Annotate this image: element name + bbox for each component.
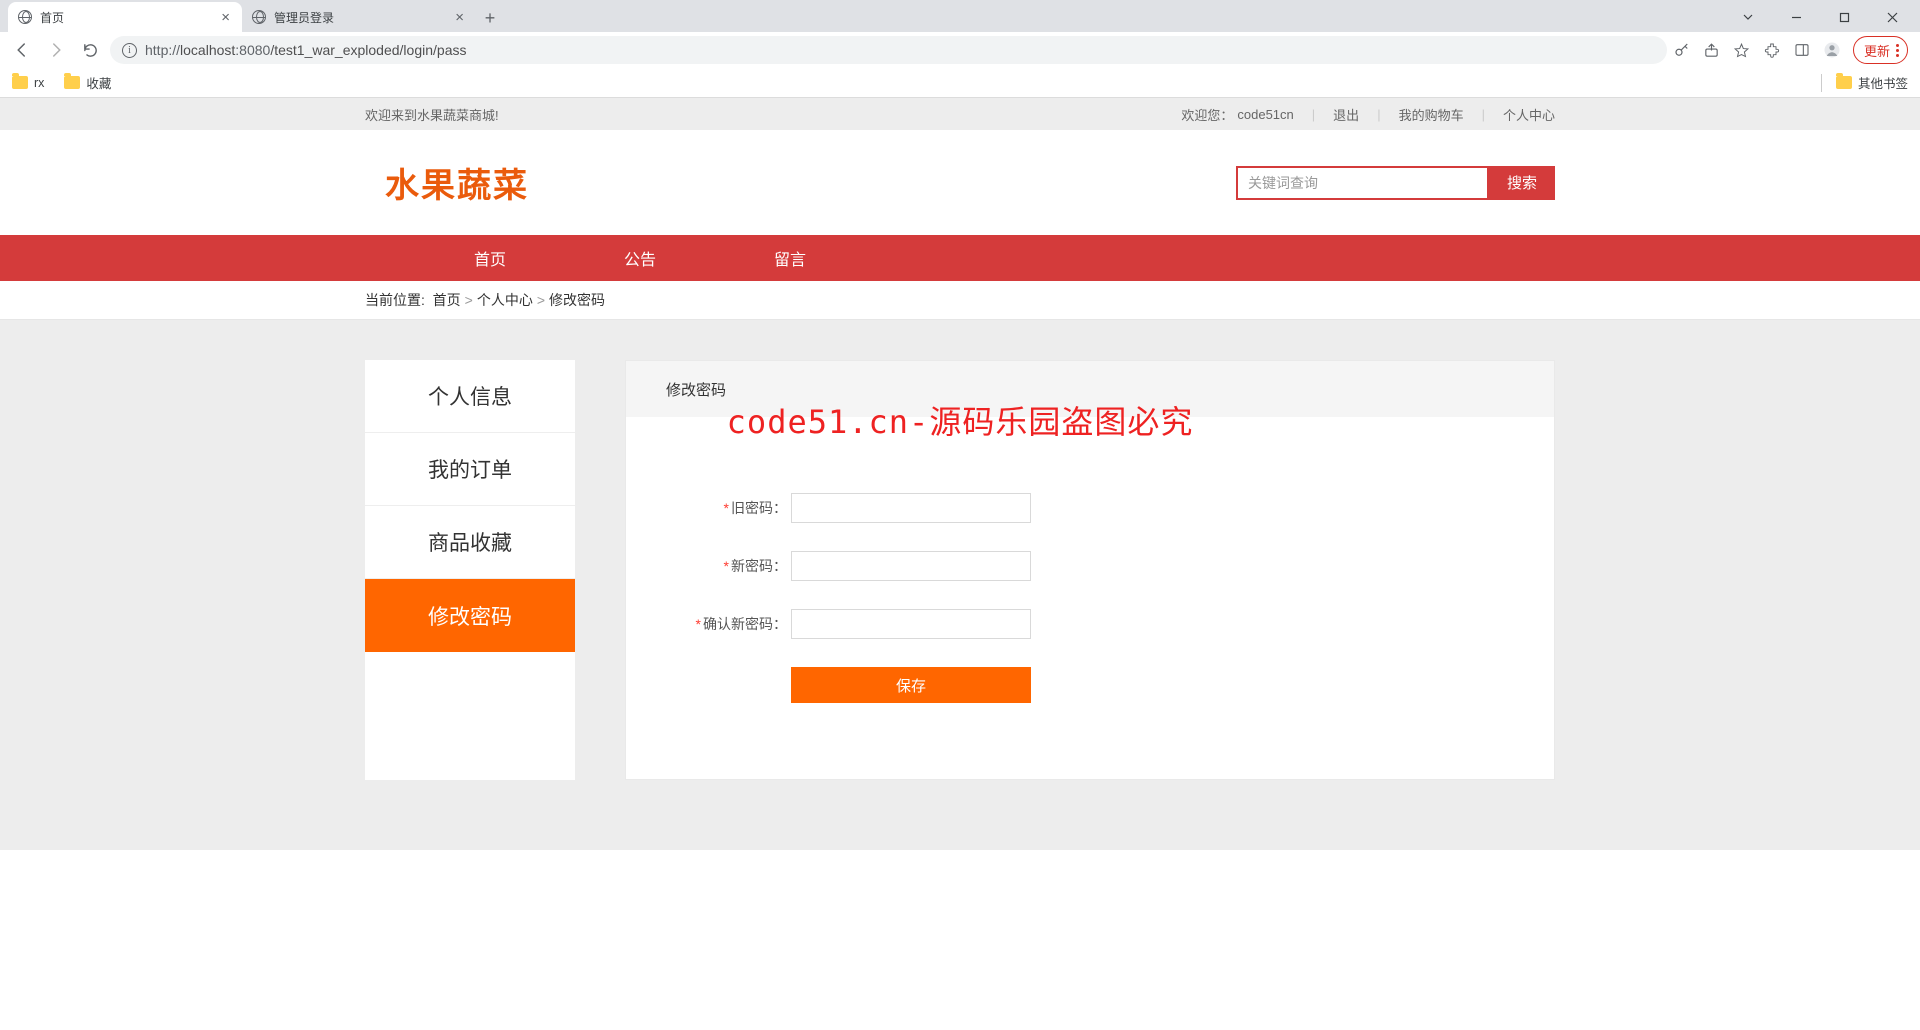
separator [1821, 74, 1822, 92]
close-icon[interactable]: × [453, 9, 466, 26]
nav-notice[interactable]: 公告 [565, 235, 715, 281]
globe-icon [18, 10, 32, 24]
bookmark-bar: rx 收藏 其他书签 [0, 68, 1920, 98]
sidebar-item-fav[interactable]: 商品收藏 [365, 506, 575, 579]
site-topbar: 欢迎来到水果蔬菜商城! 欢迎您： code51cn | 退出 | 我的购物车 |… [0, 98, 1920, 130]
folder-icon [1836, 76, 1852, 89]
tab-row: 首页 × 管理员登录 × + [0, 0, 1920, 32]
nav-message[interactable]: 留言 [715, 235, 865, 281]
search-box: 搜索 [1236, 166, 1555, 200]
extensions-icon[interactable] [1763, 41, 1781, 59]
new-tab-button[interactable]: + [476, 4, 504, 32]
browser-chrome: 首页 × 管理员登录 × + i http://localhost:8080/t… [0, 0, 1920, 98]
chevron-down-icon[interactable] [1726, 3, 1770, 31]
search-input[interactable] [1236, 166, 1489, 200]
confirm-password-input[interactable] [791, 609, 1031, 639]
star-icon[interactable] [1733, 41, 1751, 59]
close-window-button[interactable] [1870, 3, 1914, 31]
cart-link[interactable]: 我的购物车 [1399, 105, 1464, 124]
username: code51cn [1237, 107, 1293, 122]
window-controls [1726, 2, 1920, 32]
separator: | [1312, 107, 1315, 122]
main-nav: 首页 公告 留言 [0, 235, 1920, 281]
old-password-label: *旧密码： [626, 498, 791, 518]
crumb-home[interactable]: 首页 [433, 290, 461, 310]
panel-title: 修改密码 [626, 361, 1554, 417]
address-bar[interactable]: i http://localhost:8080/test1_war_explod… [110, 36, 1667, 64]
nav-home[interactable]: 首页 [415, 235, 565, 281]
crumb-center[interactable]: 个人中心 [477, 290, 533, 310]
back-button[interactable] [8, 36, 36, 64]
welcome-text: 欢迎来到水果蔬菜商城! [365, 105, 499, 124]
profile-icon[interactable] [1823, 41, 1841, 59]
url-text: http://localhost:8080/test1_war_exploded… [145, 42, 466, 58]
key-icon[interactable] [1673, 41, 1691, 59]
forward-button[interactable] [42, 36, 70, 64]
side-menu: 个人信息 我的订单 商品收藏 修改密码 [365, 360, 575, 780]
site-logo[interactable]: 水果蔬菜 [385, 158, 529, 207]
site-header: 水果蔬菜 搜索 [0, 130, 1920, 235]
search-button[interactable]: 搜索 [1489, 166, 1555, 200]
maximize-button[interactable] [1822, 3, 1866, 31]
new-password-label: *新密码： [626, 556, 791, 576]
confirm-password-label: *确认新密码： [626, 614, 791, 634]
reload-button[interactable] [76, 36, 104, 64]
separator: | [1377, 107, 1380, 122]
logout-link[interactable]: 退出 [1333, 105, 1359, 124]
welcome-user-prefix: 欢迎您： [1181, 105, 1233, 124]
globe-icon [252, 10, 266, 24]
breadcrumb: 当前位置: 首页 > 个人中心 > 修改密码 [0, 281, 1920, 320]
update-label: 更新 [1864, 41, 1890, 60]
minimize-button[interactable] [1774, 3, 1818, 31]
tab-home[interactable]: 首页 × [8, 2, 242, 32]
sidepanel-icon[interactable] [1793, 41, 1811, 59]
update-button[interactable]: 更新 [1853, 36, 1908, 64]
close-icon[interactable]: × [219, 9, 232, 26]
sidebar-item-profile[interactable]: 个人信息 [365, 360, 575, 433]
tab-admin-login[interactable]: 管理员登录 × [242, 2, 476, 32]
crumb-prefix: 当前位置: [365, 290, 425, 310]
bookmark-rx[interactable]: rx [12, 76, 44, 90]
main-panel: 修改密码 *旧密码： *新密码： *确认新密码： 保存 [625, 360, 1555, 780]
menu-dots-icon [1896, 44, 1899, 57]
share-icon[interactable] [1703, 41, 1721, 59]
sidebar-item-orders[interactable]: 我的订单 [365, 433, 575, 506]
save-button[interactable]: 保存 [791, 667, 1031, 703]
address-row: i http://localhost:8080/test1_war_explod… [0, 32, 1920, 68]
crumb-current: 修改密码 [549, 290, 605, 310]
sidebar-item-password[interactable]: 修改密码 [365, 579, 575, 652]
folder-icon [12, 76, 28, 89]
old-password-input[interactable] [791, 493, 1031, 523]
personal-center-link[interactable]: 个人中心 [1503, 105, 1555, 124]
site-info-icon[interactable]: i [122, 43, 137, 58]
chevron-right-icon: > [465, 292, 473, 308]
bookmark-fav[interactable]: 收藏 [64, 73, 111, 92]
tab-title: 首页 [40, 9, 219, 26]
folder-icon [64, 76, 80, 89]
separator: | [1482, 107, 1485, 122]
chevron-right-icon: > [537, 292, 545, 308]
bookmark-other[interactable]: 其他书签 [1836, 73, 1908, 92]
new-password-input[interactable] [791, 551, 1031, 581]
tab-title: 管理员登录 [274, 9, 453, 26]
content-area: 个人信息 我的订单 商品收藏 修改密码 修改密码 *旧密码： *新密码： *确认… [0, 320, 1920, 850]
